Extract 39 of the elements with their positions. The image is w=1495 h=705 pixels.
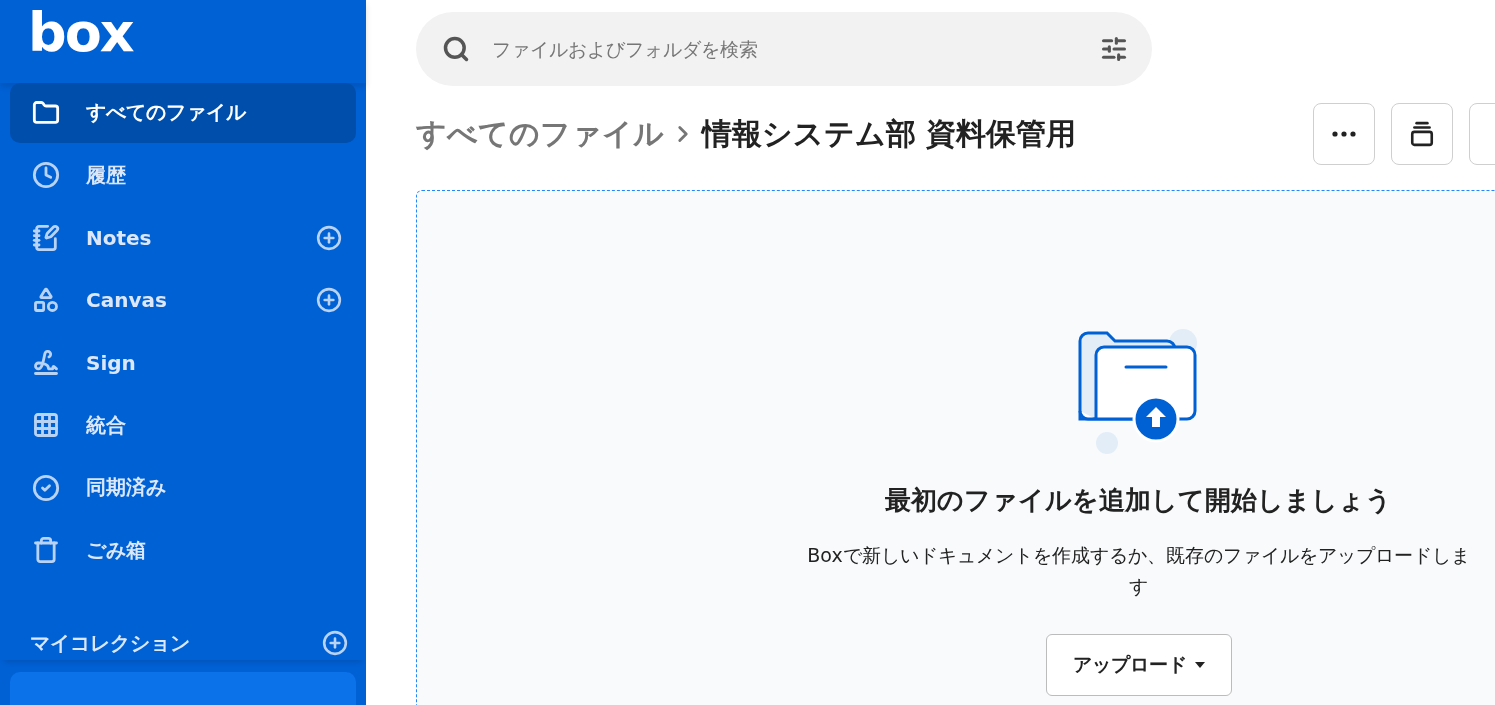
add-icon[interactable] — [316, 224, 342, 251]
empty-state-description: Boxで新しいドキュメントを作成するか、既存のファイルをアップロードします — [806, 543, 1471, 599]
add-icon[interactable] — [322, 630, 348, 657]
folder-icon — [30, 98, 62, 127]
search-icon — [442, 35, 470, 63]
check-circle-icon — [30, 473, 62, 502]
ellipsis-icon — [1332, 131, 1356, 137]
sidebar-label: ごみ箱 — [86, 536, 147, 564]
search-field[interactable]: ファイルおよびフォルダを検索 — [416, 12, 1152, 86]
section-heading: マイコレクション — [30, 629, 191, 657]
sidebar-item[interactable]: ごみ箱 — [10, 520, 356, 581]
caret-icon — [1194, 662, 1205, 668]
sidebar-label: Canvas — [86, 288, 168, 313]
sidebar-item[interactable]: すべてのファイル — [10, 82, 356, 143]
collection-button[interactable] — [1391, 103, 1453, 165]
filter-icon[interactable] — [1100, 35, 1128, 63]
logo[interactable]: box — [28, 6, 133, 60]
sidebar-item[interactable]: Notes — [10, 207, 356, 268]
sidebar-label: 統合 — [86, 411, 127, 439]
add-icon[interactable] — [316, 287, 342, 314]
sidebar-item[interactable]: 履歴 — [10, 145, 356, 206]
sidebar-item[interactable]: Sign — [10, 332, 356, 393]
clock-icon — [30, 161, 62, 190]
drop-zone[interactable]: 最初のファイルを追加して開始しましょう Boxで新しいドキュメントを作成するか、既存のファイルをアップロードします アップロード — [416, 190, 1495, 705]
upload-button[interactable]: アップロード — [1045, 634, 1232, 696]
breadcrumb-item: 情報システム部 資料保管用 — [702, 114, 1077, 153]
notebook-icon — [30, 223, 62, 252]
empty-state-title: 最初のファイルを追加して開始しましょう — [885, 484, 1392, 517]
sidebar-item[interactable]: 統合 — [10, 395, 356, 456]
search-input[interactable]: ファイルおよびフォルダを検索 — [490, 37, 1080, 61]
breadcrumb-item[interactable]: すべてのファイル — [416, 113, 664, 155]
sidebar-label: Sign — [86, 350, 137, 375]
sidebar-label: 同期済み — [86, 474, 167, 502]
stacked-cards-icon — [1409, 121, 1435, 147]
sidebar-label: Notes — [86, 225, 153, 250]
sidebar-label: 履歴 — [86, 161, 127, 189]
sidebar-item[interactable]: Canvas — [10, 270, 356, 331]
sidebar-label: すべてのファイル — [86, 99, 248, 127]
sidebar-item[interactable]: 同期済み — [10, 457, 356, 518]
